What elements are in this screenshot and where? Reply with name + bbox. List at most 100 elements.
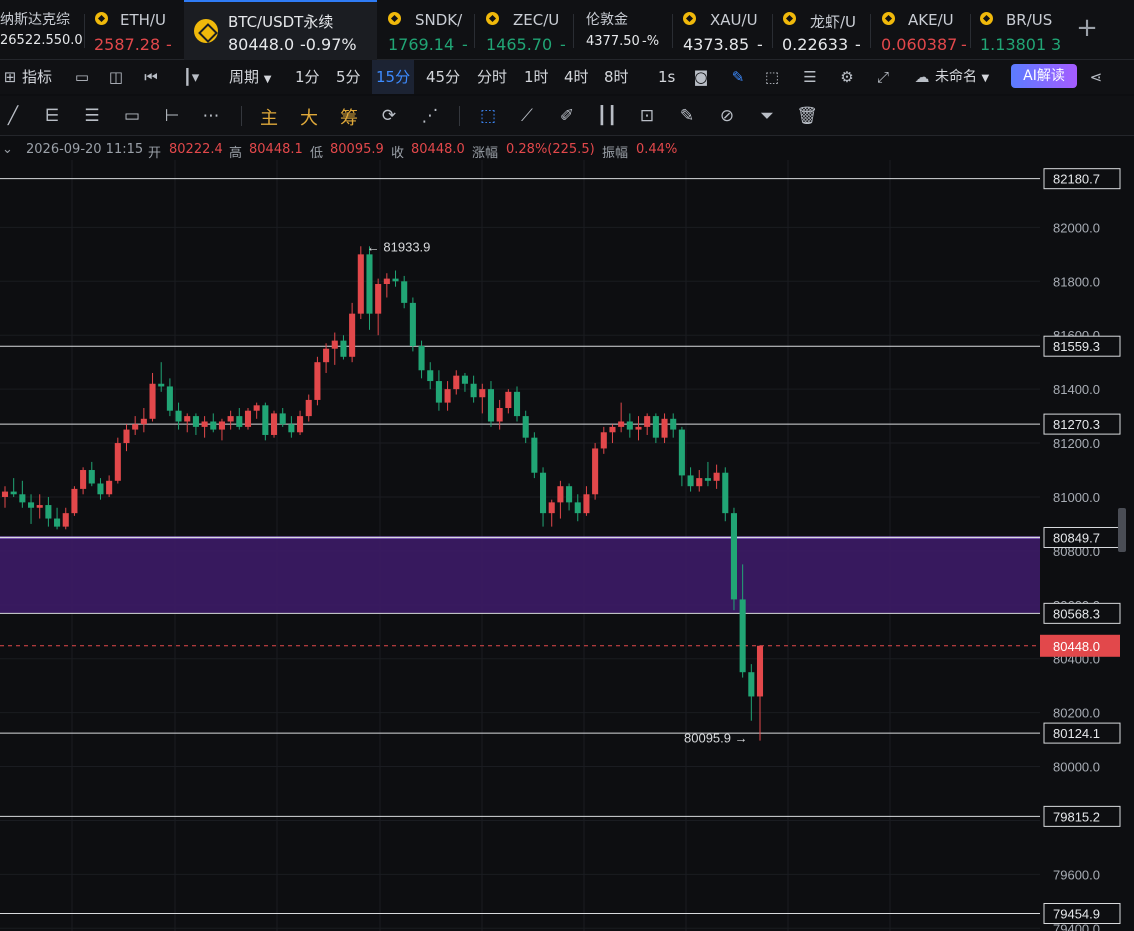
price-tick-label: 82000.0	[1053, 220, 1100, 235]
candle-body	[175, 410, 182, 422]
price-tick-label: 81800.0	[1053, 274, 1100, 289]
candle-body	[357, 254, 364, 314]
candle-body	[236, 416, 243, 427]
candle-body	[88, 470, 95, 484]
candle-body	[97, 483, 104, 495]
level-label: 80849.7	[1053, 530, 1100, 545]
candle-body	[132, 424, 139, 430]
candle-body	[392, 278, 399, 282]
candle-body	[496, 408, 503, 422]
candle-body	[149, 383, 156, 419]
candle-body	[652, 416, 659, 438]
candle-body	[470, 383, 477, 398]
candle-body	[618, 421, 625, 427]
min-price-marker: 80095.9 →	[684, 731, 748, 746]
candle-body	[461, 375, 468, 384]
candle-body	[62, 513, 69, 527]
level-label: 81559.3	[1053, 339, 1100, 354]
candle-body	[288, 424, 295, 433]
candle-body	[704, 478, 711, 481]
price-zone	[0, 537, 1040, 614]
candle-body	[453, 375, 460, 390]
candle-body	[340, 340, 347, 357]
candle-body	[427, 370, 434, 382]
candle-body	[218, 421, 225, 430]
candle-body	[10, 491, 17, 495]
candle-body	[106, 480, 113, 495]
candle-body	[609, 426, 616, 433]
max-price-marker: ← 81933.9	[367, 239, 431, 254]
candle-body	[722, 472, 729, 514]
candle-body	[314, 362, 321, 400]
candle-body	[600, 432, 607, 449]
candle-body	[123, 429, 130, 444]
candle-body	[592, 448, 599, 495]
candle-body	[114, 443, 121, 481]
price-tick-label: 81000.0	[1053, 490, 1100, 505]
candle-body	[574, 502, 581, 514]
price-tick-label: 80000.0	[1053, 760, 1100, 775]
candle-body	[505, 391, 512, 409]
candle-body	[349, 313, 356, 357]
candle-body	[366, 254, 373, 314]
price-tick-label: 80200.0	[1053, 706, 1100, 721]
candle-body	[331, 340, 338, 349]
candle-body	[1, 491, 9, 497]
candle-body	[548, 502, 555, 514]
candle-body	[270, 413, 278, 435]
candle-body	[262, 405, 269, 435]
candle-body	[513, 391, 521, 417]
candle-body	[670, 418, 677, 430]
candle-body	[184, 416, 191, 422]
candle-body	[401, 281, 408, 303]
candle-body	[158, 383, 165, 387]
candle-body	[71, 488, 78, 514]
candle-body	[375, 284, 382, 314]
candle-body	[45, 505, 52, 519]
level-label: 82180.7	[1053, 172, 1100, 187]
candle-body	[244, 410, 252, 427]
candle-body	[756, 645, 764, 697]
candle-body	[166, 386, 173, 411]
candle-body	[383, 278, 390, 285]
candle-body	[201, 421, 208, 427]
level-label: 80568.3	[1053, 606, 1100, 621]
candle-body	[323, 348, 330, 363]
candle-body	[418, 346, 425, 371]
price-tick-label: 81200.0	[1053, 436, 1100, 451]
candle-body	[80, 470, 87, 489]
candle-body	[661, 418, 668, 438]
candle-body	[19, 494, 26, 503]
candle-body	[730, 513, 738, 600]
candle-body	[210, 421, 217, 430]
candle-body	[678, 429, 685, 476]
candle-body	[192, 416, 199, 427]
horizontal-levels	[0, 178, 1040, 915]
candle-body	[36, 505, 43, 508]
candle-body	[444, 389, 451, 403]
price-axis-scroll-handle[interactable]	[1118, 508, 1126, 552]
candlestick-chart[interactable]: 82000.081800.081600.081400.081200.081000…	[0, 0, 1134, 931]
candle-body	[54, 518, 61, 527]
candle-body	[531, 437, 538, 473]
candle-body	[713, 472, 720, 481]
candle-body	[687, 475, 694, 487]
candle-body	[739, 599, 746, 673]
candle-body	[566, 486, 573, 503]
candle-body	[540, 472, 547, 514]
candle-body	[644, 416, 651, 427]
candle-body	[583, 494, 590, 514]
candle-body	[140, 418, 147, 425]
candle-body	[635, 426, 642, 430]
price-tick-label: 81400.0	[1053, 382, 1100, 397]
candle-body	[279, 413, 286, 425]
candle-body	[409, 302, 416, 347]
candle-body	[626, 421, 633, 430]
level-label: 81270.3	[1053, 417, 1100, 432]
candle-body	[557, 486, 564, 503]
last-price-label: 80448.0	[1053, 639, 1100, 654]
candle-body	[227, 416, 234, 422]
candle-body	[253, 405, 260, 411]
level-label: 80124.1	[1053, 726, 1100, 741]
price-tick-label: 79600.0	[1053, 867, 1100, 882]
